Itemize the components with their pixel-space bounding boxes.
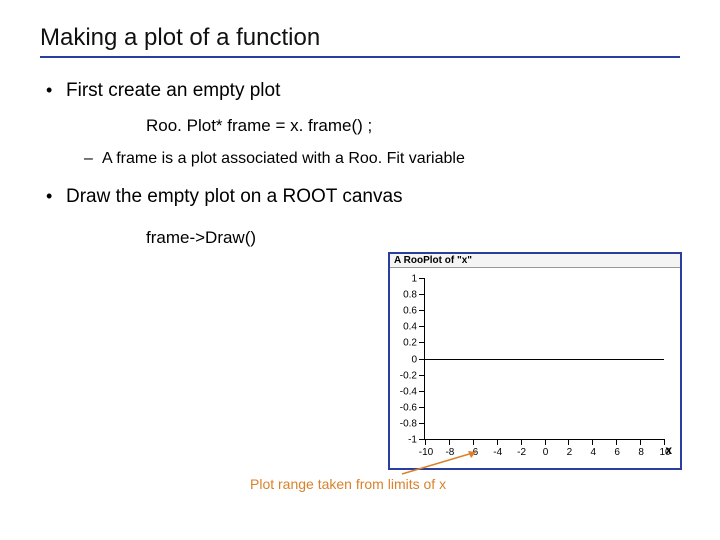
- x-tick: -2: [521, 439, 522, 445]
- x-tick-label: 6: [614, 445, 620, 458]
- slide-title: Making a plot of a function: [40, 24, 680, 58]
- slide: Making a plot of a function First create…: [0, 0, 720, 540]
- code-snippet-2: frame->Draw(): [146, 228, 680, 248]
- x-tick: -8: [449, 439, 450, 445]
- y-tick: -0.4: [419, 391, 425, 392]
- plot-frame: x -1-0.8-0.6-0.4-0.200.20.40.60.81-10-8-…: [424, 278, 664, 440]
- bullet-2: Draw the empty plot on a ROOT canvas fra…: [66, 186, 680, 248]
- x-tick: 2: [568, 439, 569, 445]
- y-tick-label: -0.2: [400, 370, 419, 381]
- y-tick-label: -0.4: [400, 386, 419, 397]
- y-tick: 0.2: [419, 342, 425, 343]
- y-tick: 0.6: [419, 310, 425, 311]
- x-tick: 4: [592, 439, 593, 445]
- x-tick-label: -8: [445, 445, 454, 458]
- x-tick: 6: [616, 439, 617, 445]
- bullet-2-text: Draw the empty plot on a ROOT canvas: [66, 186, 403, 207]
- plot-area: x -1-0.8-0.6-0.4-0.200.20.40.60.81-10-8-…: [402, 274, 670, 462]
- x-tick: 10: [664, 439, 665, 445]
- x-tick-label: -2: [517, 445, 526, 458]
- y-tick-label: 0.6: [403, 306, 419, 317]
- sub-bullet-1: A frame is a plot associated with a Roo.…: [102, 150, 680, 168]
- y-tick: 0.4: [419, 326, 425, 327]
- x-tick: -10: [425, 439, 426, 445]
- y-tick-label: 0: [411, 354, 419, 365]
- y-tick-label: -0.6: [400, 402, 419, 413]
- bullet-1: First create an empty plot Roo. Plot* fr…: [66, 80, 680, 168]
- x-tick-label: -10: [419, 445, 433, 458]
- bullet-list: First create an empty plot Roo. Plot* fr…: [40, 80, 680, 248]
- code-snippet-1: Roo. Plot* frame = x. frame() ;: [146, 116, 680, 136]
- x-tick-label: 0: [543, 445, 549, 458]
- y-tick-label: 0.4: [403, 322, 419, 333]
- x-tick: 0: [545, 439, 546, 445]
- x-tick: -4: [497, 439, 498, 445]
- y-tick: -0.6: [419, 407, 425, 408]
- plot-container: A RooPlot of "x" x -1-0.8-0.6-0.4-0.200.…: [388, 252, 682, 470]
- y-tick: 0.8: [419, 294, 425, 295]
- plot-caption: Plot range taken from limits of x: [250, 476, 446, 492]
- y-tick-label: 1: [411, 274, 419, 285]
- y-tick-label: 0.8: [403, 290, 419, 301]
- y-tick-label: -0.8: [400, 418, 419, 429]
- x-tick-label: 4: [591, 445, 597, 458]
- plot-title: A RooPlot of "x": [390, 254, 680, 268]
- y-tick-label: 0.2: [403, 338, 419, 349]
- x-tick-label: 10: [659, 445, 670, 458]
- x-tick: -6: [473, 439, 474, 445]
- sub-bullet-list: A frame is a plot associated with a Roo.…: [84, 150, 680, 168]
- y-tick: 1: [419, 278, 425, 279]
- y-tick-label: -1: [408, 435, 419, 446]
- y-tick: -0.8: [419, 423, 425, 424]
- x-tick: 8: [640, 439, 641, 445]
- x-tick-label: 2: [567, 445, 573, 458]
- y-tick: 0: [419, 359, 425, 360]
- plot-zero-line: [425, 359, 664, 360]
- x-tick-label: -4: [493, 445, 502, 458]
- y-tick: -0.2: [419, 375, 425, 376]
- x-tick-label: -6: [469, 445, 478, 458]
- x-tick-label: 8: [638, 445, 644, 458]
- bullet-1-text: First create an empty plot: [66, 80, 280, 101]
